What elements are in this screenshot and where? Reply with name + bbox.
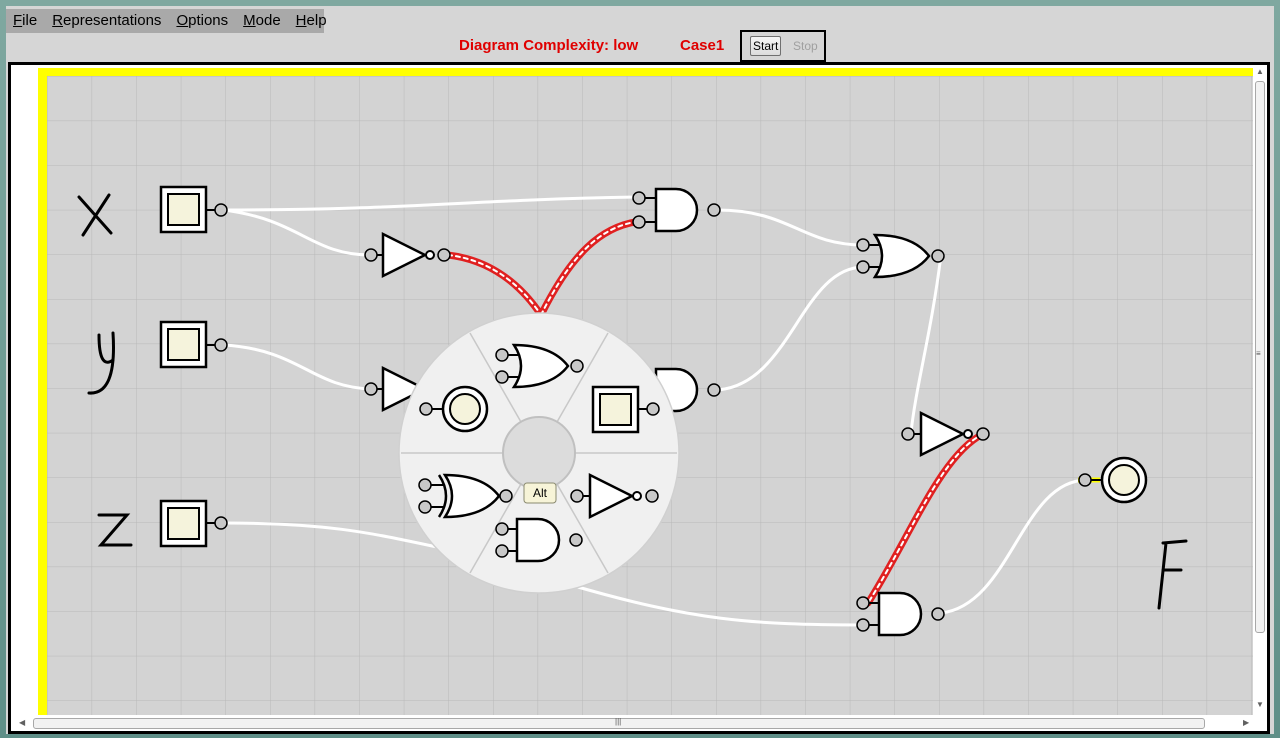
status-bar: Diagram Complexity: low Case1 [6, 37, 1274, 59]
vertical-scrollbar[interactable]: ▲ ≡ ▼ [1253, 65, 1267, 715]
vertical-grip-icon: ≡ [1256, 349, 1261, 358]
menu-bar: File Representations Options Mode Help [6, 9, 327, 33]
menu-options[interactable]: Options [169, 9, 236, 33]
alt-tooltip-label: Alt [533, 486, 548, 500]
scroll-up-icon[interactable]: ▲ [1256, 68, 1264, 76]
menu-help[interactable]: Help [289, 9, 335, 33]
canvas-frame: Alt ▲ ≡ ▼ ◀ ||| ▶ [8, 62, 1270, 734]
horizontal-grip-icon: ||| [615, 717, 622, 726]
diagram-complexity-label: Diagram Complexity: low [459, 37, 639, 54]
circuit-diagram[interactable]: Alt [11, 65, 1253, 715]
diagram-canvas[interactable]: Alt ▲ ≡ ▼ ◀ ||| ▶ [11, 65, 1267, 731]
scroll-right-icon[interactable]: ▶ [1243, 719, 1249, 727]
app-window: File Representations Options Mode Help D… [6, 6, 1274, 734]
start-button[interactable]: Start [750, 36, 782, 56]
menu-mode[interactable]: Mode [236, 9, 289, 33]
scroll-left-icon[interactable]: ◀ [19, 719, 25, 727]
simulation-controls: Start Stop [740, 30, 826, 62]
stop-button[interactable]: Stop [790, 36, 821, 56]
alt-tooltip: Alt [523, 482, 557, 504]
menu-file[interactable]: File [6, 9, 45, 33]
radial-gate-menu[interactable]: Alt [398, 312, 680, 594]
menu-representations[interactable]: Representations [45, 9, 169, 33]
radial-menu-center[interactable] [502, 416, 576, 490]
case-label: Case1 [680, 37, 725, 54]
horizontal-scrollbar[interactable]: ◀ ||| ▶ [11, 715, 1267, 731]
scroll-down-icon[interactable]: ▼ [1256, 701, 1264, 709]
